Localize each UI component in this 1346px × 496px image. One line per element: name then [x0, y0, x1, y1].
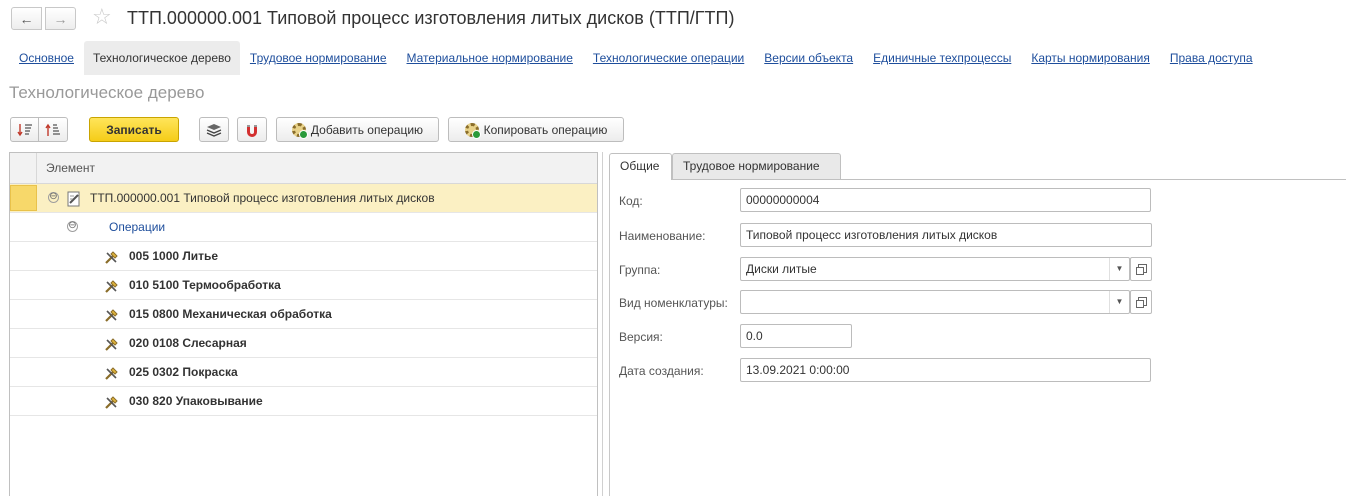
panel-border: [609, 179, 610, 496]
gear-add-icon: [291, 122, 308, 139]
operation-label: 030 820 Упаковывание: [129, 394, 263, 408]
chevron-down-icon[interactable]: ▼: [1109, 258, 1129, 280]
sort-descending-button[interactable]: [38, 117, 68, 142]
tech-tree-table: Элемент ⊖ ТТП.000000.001 Типовой процесс…: [9, 152, 598, 496]
copy-operation-button[interactable]: Копировать операцию: [448, 117, 624, 142]
arrow-left-icon: ←: [19, 10, 34, 27]
tree-row-operation[interactable]: 020 0108 Слесарная: [10, 329, 597, 358]
forward-button[interactable]: →: [45, 7, 76, 30]
operation-tools-icon: [105, 338, 118, 351]
layers-icon: [206, 123, 222, 137]
operation-tools-icon: [105, 396, 118, 409]
copy-operation-label: Копировать операцию: [483, 122, 608, 137]
section-title: Технологическое дерево: [9, 83, 205, 102]
operation-label: 020 0108 Слесарная: [129, 336, 247, 350]
group-value: Диски литые: [746, 262, 817, 276]
group-label: Группа:: [619, 263, 661, 277]
save-button[interactable]: Записать: [89, 117, 179, 142]
tab-main[interactable]: Основное: [9, 41, 84, 75]
name-field[interactable]: Типовой процесс изготовления литых диско…: [740, 223, 1152, 247]
open-nomenclature-button[interactable]: [1130, 290, 1152, 314]
tab-tech-tree[interactable]: Технологическое дерево: [83, 41, 240, 75]
nomenclature-field[interactable]: ▼: [740, 290, 1130, 314]
row-marker: [10, 185, 37, 211]
sort-ascending-button[interactable]: [10, 117, 39, 142]
open-group-button[interactable]: [1130, 257, 1152, 281]
column-element-header[interactable]: Элемент: [46, 161, 95, 175]
tab-access-rights[interactable]: Права доступа: [1160, 41, 1263, 75]
version-label: Версия:: [619, 330, 663, 344]
tree-row-operation[interactable]: 025 0302 Покраска: [10, 358, 597, 387]
tree-row-operation[interactable]: 015 0800 Механическая обработка: [10, 300, 597, 329]
tab-labor[interactable]: Трудовое нормирование: [672, 153, 841, 179]
operation-tools-icon: [105, 367, 118, 380]
operation-label: 025 0302 Покраска: [129, 365, 238, 379]
tree-row-group[interactable]: ⊖ Операции: [10, 213, 597, 242]
operation-tools-icon: [105, 251, 118, 264]
chevron-down-icon[interactable]: ▼: [1109, 291, 1129, 313]
code-label: Код:: [619, 194, 643, 208]
magnet-button[interactable]: [237, 117, 267, 142]
tree-root-label: ТТП.000000.001 Типовой процесс изготовле…: [90, 191, 435, 205]
panel-splitter[interactable]: [602, 152, 603, 496]
tab-tech-operations[interactable]: Технологические операции: [583, 41, 754, 75]
operation-tools-icon: [105, 309, 118, 322]
page-title: ТТП.000000.001 Типовой процесс изготовле…: [127, 8, 735, 28]
header-marker-cell: [10, 153, 37, 183]
add-operation-label: Добавить операцию: [310, 122, 424, 137]
tree-row-operation[interactable]: 030 820 Упаковывание: [10, 387, 597, 416]
created-date-field[interactable]: 13.09.2021 0:00:00: [740, 358, 1151, 382]
tree-row-root[interactable]: ⊖ ТТП.000000.001 Типовой процесс изготов…: [10, 184, 597, 213]
operation-label: 005 1000 Литье: [129, 249, 219, 263]
tab-object-versions[interactable]: Версии объекта: [754, 41, 863, 75]
operation-tools-icon: [105, 280, 118, 293]
gear-copy-icon: [464, 122, 481, 139]
process-doc-icon: [67, 191, 80, 207]
tree-row-operation[interactable]: 010 5100 Термообработка: [10, 271, 597, 300]
collapse-icon[interactable]: ⊖: [67, 221, 78, 232]
favorite-star-icon[interactable]: ☆: [92, 5, 112, 29]
tree-group-label: Операции: [109, 220, 166, 234]
tab-single-processes[interactable]: Единичные техпроцессы: [863, 41, 1021, 75]
tab-rating-cards[interactable]: Карты нормирования: [1021, 41, 1160, 75]
group-field[interactable]: Диски литые ▼: [740, 257, 1130, 281]
created-date-label: Дата создания:: [619, 364, 704, 378]
tab-material-rating[interactable]: Материальное нормирование: [397, 41, 583, 75]
layers-button[interactable]: [199, 117, 229, 142]
sort-down-icon: [16, 123, 32, 136]
tab-general[interactable]: Общие: [609, 153, 672, 180]
nomenclature-label: Вид номенклатуры:: [619, 296, 728, 310]
sort-up-icon: [45, 123, 60, 136]
operation-label: 010 5100 Термообработка: [129, 278, 281, 292]
add-operation-button[interactable]: Добавить операцию: [276, 117, 439, 142]
back-button[interactable]: ←: [11, 7, 42, 30]
tree-row-operation[interactable]: 005 1000 Литье: [10, 242, 597, 271]
form-tabs: Основное Технологическое дерево Трудовое…: [9, 41, 1263, 75]
tab-divider: [609, 179, 1346, 180]
operation-label: 015 0800 Механическая обработка: [129, 307, 332, 321]
version-field[interactable]: 0.0: [740, 324, 852, 348]
collapse-icon[interactable]: ⊖: [48, 192, 59, 203]
tree-header: Элемент: [10, 153, 597, 184]
name-label: Наименование:: [619, 229, 706, 243]
tab-labor-rating[interactable]: Трудовое нормирование: [240, 41, 397, 75]
code-field[interactable]: 00000000004: [740, 188, 1151, 212]
magnet-icon: [247, 124, 257, 137]
arrow-right-icon: →: [53, 10, 68, 27]
